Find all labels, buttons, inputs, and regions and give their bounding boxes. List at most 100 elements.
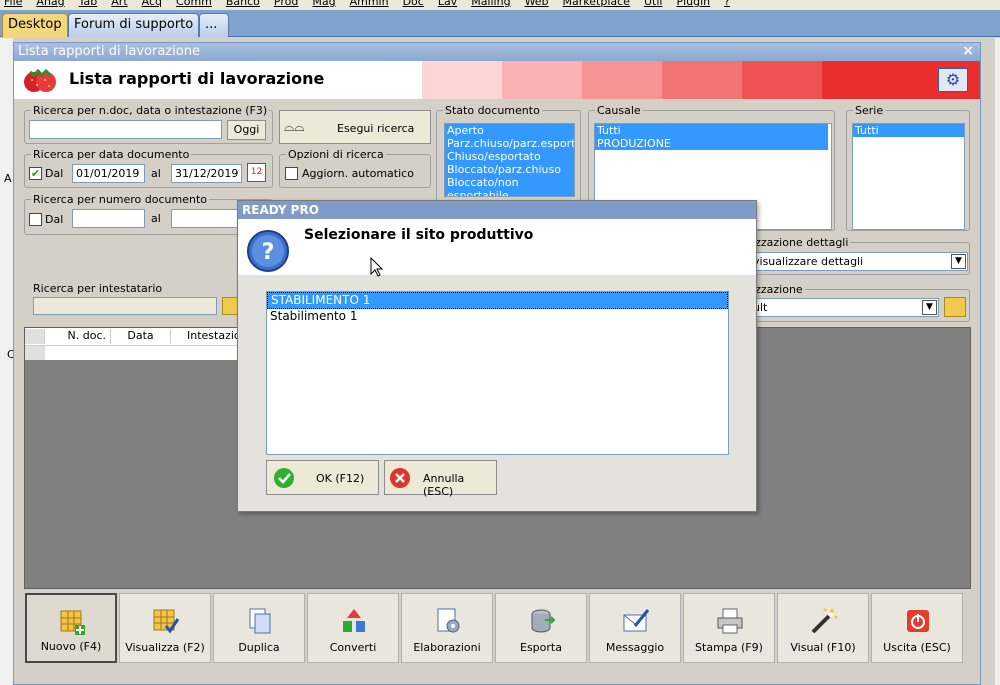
chevron-down-icon[interactable]: ▼ [922, 300, 937, 315]
serie-list[interactable]: Tutti [852, 123, 965, 230]
menu-prod[interactable]: Prod [274, 0, 298, 8]
status-item[interactable]: Chiuso/esportato [445, 150, 574, 163]
header-gradient-4 [662, 61, 742, 99]
site-item[interactable]: Stabilimento 1 [267, 309, 728, 324]
view-button[interactable]: Visualizza (F2) [119, 593, 211, 663]
print-label: Stampa (F9) [695, 641, 763, 654]
status-item[interactable]: Parz.chiuso/parz.esportato [445, 137, 574, 150]
menu-anag[interactable]: Anag [36, 0, 64, 8]
convert-icon [343, 609, 365, 632]
menu-mag[interactable]: Mag [312, 0, 335, 8]
menu-help[interactable]: ? [724, 0, 730, 8]
printer-icon [717, 608, 743, 634]
menu-plugin[interactable]: Plugin [676, 0, 710, 8]
menu-doc[interactable]: Doc [403, 0, 424, 8]
page-title: Lista rapporti di lavorazione [69, 69, 325, 88]
new-label: Nuovo (F4) [40, 640, 102, 653]
visual-button[interactable]: Visual (F10) [777, 593, 869, 663]
causale-item[interactable]: PRODUZIONE [595, 137, 828, 150]
tab-forum[interactable]: Forum di supporto [68, 13, 200, 37]
column-header[interactable]: Intestazio [171, 329, 241, 344]
print-button[interactable]: Stampa (F9) [683, 593, 775, 663]
details-select[interactable]: visualizzare dettagli ▼ [749, 252, 968, 271]
column-header[interactable]: Data [111, 329, 171, 344]
convert-button[interactable]: Converti [307, 593, 399, 663]
site-item[interactable]: STABILIMENTO 1 [267, 292, 728, 309]
search-options-label: Opzioni di ricerca [286, 148, 386, 161]
close-icon[interactable]: × [962, 43, 974, 59]
elaborations-button[interactable]: Elaborazioni [401, 593, 493, 663]
number-to-input[interactable] [171, 209, 242, 228]
new-button[interactable]: Nuovo (F4) [25, 593, 117, 663]
date-from-checkbox[interactable]: ✔ [29, 167, 42, 180]
status-label: Stato documento [443, 104, 542, 117]
table-row[interactable] [45, 345, 240, 360]
site-list[interactable]: STABILIMENTO 1 Stabilimento 1 [266, 291, 729, 455]
window-title-bar[interactable]: Lista rapporti di lavorazione × [14, 43, 980, 61]
exit-label: Uscita (ESC) [883, 641, 951, 654]
dialog-header: ? Selezionare il sito produttivo [238, 219, 756, 277]
doc-search-label: Ricerca per n.doc, data o intestazione (… [31, 104, 270, 117]
window-title: Lista rapporti di lavorazione [18, 44, 200, 59]
grid-corner [25, 329, 45, 344]
menu-banco[interactable]: Banco [226, 0, 260, 8]
menu-util[interactable]: Util [644, 0, 662, 8]
calendar-icon[interactable]: 12 [247, 163, 266, 182]
menu-bar: File Anag Tab Art Acq Comm Banco Prod Mag Ammin Do… [0, 0, 1000, 10]
details-group: lizzazione dettagli visualizzare dettagl… [742, 236, 970, 275]
database-export-icon [531, 609, 556, 633]
export-label: Esporta [520, 641, 562, 654]
duplicate-button[interactable]: Duplica [213, 593, 305, 663]
menu-ammin[interactable]: Ammin [350, 0, 389, 8]
menu-file[interactable]: File [4, 0, 22, 8]
menu-acq[interactable]: Acq [142, 0, 162, 8]
message-button[interactable]: Messaggio [589, 593, 681, 663]
chevron-down-icon[interactable]: ▼ [951, 254, 966, 269]
tab-desktop[interactable]: Desktop [2, 13, 68, 37]
menu-lav[interactable]: Lav [438, 0, 457, 8]
date-from-input[interactable]: 01/01/2019 [72, 164, 145, 183]
menu-mailing[interactable]: Mailing [471, 0, 510, 8]
table-row-indicator [25, 345, 45, 360]
tab-bar: Desktop Forum di supporto ... [0, 10, 1000, 37]
today-button[interactable]: Oggi [227, 120, 266, 140]
duplicate-label: Duplica [238, 641, 280, 654]
column-header[interactable]: N. doc. [45, 329, 111, 344]
causale-label: Causale [595, 104, 643, 117]
doc-search-input[interactable] [29, 120, 222, 139]
run-search-button[interactable]: ⌓⌓ Esegui ricerca [279, 110, 431, 144]
tab-more[interactable]: ... [199, 13, 229, 37]
folder-icon[interactable] [944, 297, 966, 317]
status-item[interactable]: Bloccato/non esportabile [445, 176, 574, 196]
settings-button[interactable]: ⚙ [938, 68, 968, 92]
menu-tab[interactable]: Tab [79, 0, 98, 8]
header-gradient-5 [742, 61, 822, 99]
auto-update-checkbox[interactable] [285, 167, 298, 180]
serie-item[interactable]: Tutti [853, 124, 964, 137]
number-from-input[interactable] [72, 209, 145, 228]
menu-comm[interactable]: Comm [176, 0, 212, 8]
dialog-title[interactable]: READY PRO [238, 201, 756, 219]
svg-text:?: ? [262, 240, 275, 265]
binoculars-icon: ⌓⌓ [284, 120, 305, 135]
cancel-button[interactable]: Annulla (ESC) [384, 460, 497, 498]
details-value: visualizzare dettagli [753, 255, 864, 268]
causale-item[interactable]: Tutti [595, 124, 828, 137]
number-from-checkbox[interactable] [29, 213, 42, 226]
menu-marketplace[interactable]: Marketplace [563, 0, 630, 8]
details-label: lizzazione dettagli [747, 236, 851, 249]
view-select[interactable]: ult ▼ [749, 298, 939, 317]
holder-input[interactable] [33, 297, 217, 315]
status-list[interactable]: Aperto Parz.chiuso/parz.esportato Chiuso… [444, 123, 575, 197]
export-button[interactable]: Esporta [495, 593, 587, 663]
exit-button[interactable]: Uscita (ESC) [871, 593, 963, 663]
menu-web[interactable]: Web [525, 0, 549, 8]
status-item[interactable]: Aperto [445, 124, 574, 137]
ok-button[interactable]: OK (F12) [266, 460, 379, 495]
status-item[interactable]: Bloccato/parz.chiuso [445, 163, 574, 176]
side-letter-a: A [4, 172, 12, 185]
convert-label: Converti [329, 641, 377, 654]
run-search-label: Esegui ricerca [337, 122, 415, 135]
date-to-input[interactable]: 31/12/2019 [171, 164, 242, 183]
menu-art[interactable]: Art [111, 0, 127, 8]
